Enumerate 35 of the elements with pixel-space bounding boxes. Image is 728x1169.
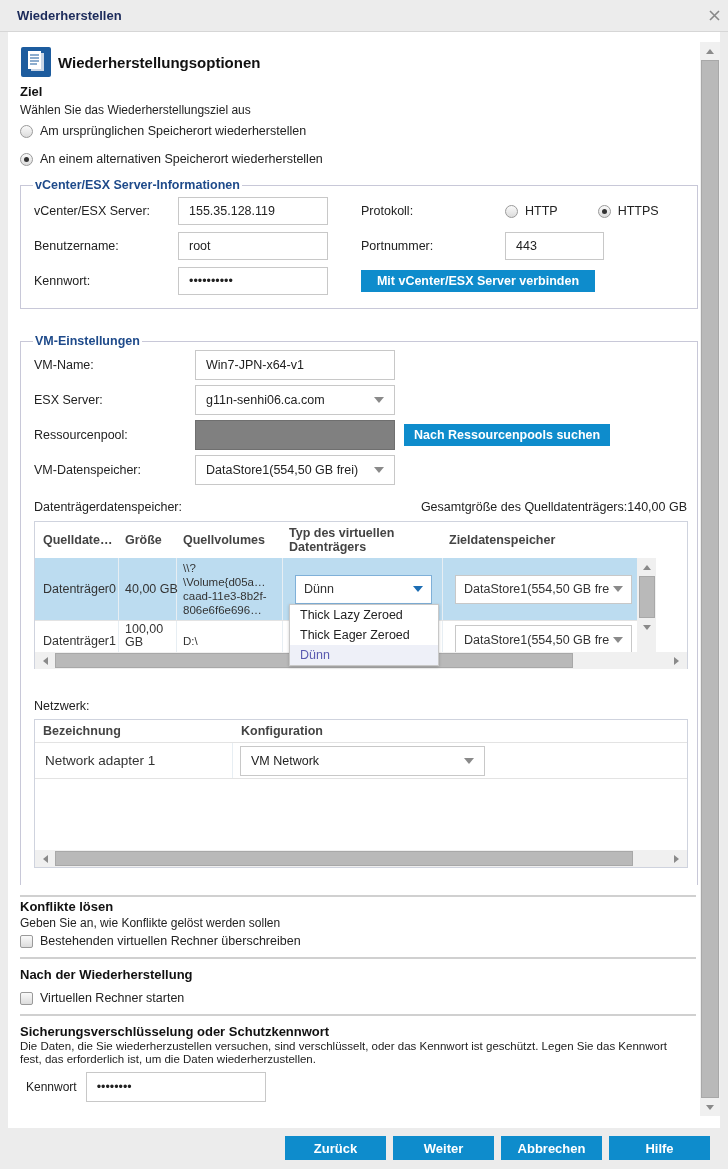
table-cell: Network adapter 1 [35, 743, 233, 778]
column-header: Zieldatenspeicher [448, 533, 557, 547]
field-label: Portnummer: [361, 239, 435, 253]
field-label: Protokoll: [361, 204, 415, 218]
field-label: Ressourcenpool: [34, 428, 129, 442]
column-header: Quellvolumes [182, 533, 266, 547]
group-legend: VM-Einstellungen [33, 334, 142, 348]
total-size-text: Gesamtgröße des Quelldatenträgers:140,00 GB [420, 500, 687, 514]
group-legend: vCenter/ESX Server-Informationen [33, 178, 242, 192]
field-label: ESX Server: [34, 393, 104, 407]
field-label: VM-Datenspeicher: [34, 463, 142, 477]
section-hint: Geben Sie an, wie Konflikte gelöst werden sollen [20, 916, 282, 930]
column-header: Konfiguration [240, 724, 324, 738]
table-cell: 40,00 GB [119, 558, 177, 620]
field-label: vCenter/ESX Server: [34, 204, 151, 218]
section-hint: Wählen Sie das Wiederherstellungsziel aus [20, 103, 252, 117]
field-label: Kennwort [26, 1080, 77, 1094]
column-header: Quelldate… [42, 533, 114, 547]
table-cell: \\? \Volume{d05a… caad-11e3-8b2f- 806e6f6e696… [177, 558, 283, 620]
field-label: Netzwerk: [34, 699, 91, 713]
field-label: VM-Name: [34, 358, 95, 372]
section-title: Ziel [20, 84, 44, 99]
field-label: Datenträgerdatenspeicher: [34, 500, 182, 514]
window-title: Wiederherstellen [17, 8, 122, 23]
page-heading: Wiederherstellungsoptionen [58, 53, 261, 71]
field-label: Benutzername: [34, 239, 120, 253]
column-header: Größe [124, 533, 163, 547]
table-cell: Datenträger0 [37, 558, 119, 620]
column-header: Bezeichnung [42, 724, 122, 738]
description-text: Die Daten, die Sie wiederherzustellen versuchen, sind verschlüsselt, oder das Kennwort ist geschützt. Legen Sie das Kennwort fest, das erforderlich ist, um die Daten wiederherzustellen. [20, 1040, 668, 1066]
column-header: Typ des virtuellen Datenträgers [288, 526, 396, 554]
section-title: Sicherungsverschlüsselung oder Schutzkennwort [20, 1024, 331, 1039]
section-title: Nach der Wiederherstellung [20, 967, 194, 982]
section-title: Konflikte lösen [20, 899, 115, 914]
field-label: Kennwort: [34, 274, 92, 288]
